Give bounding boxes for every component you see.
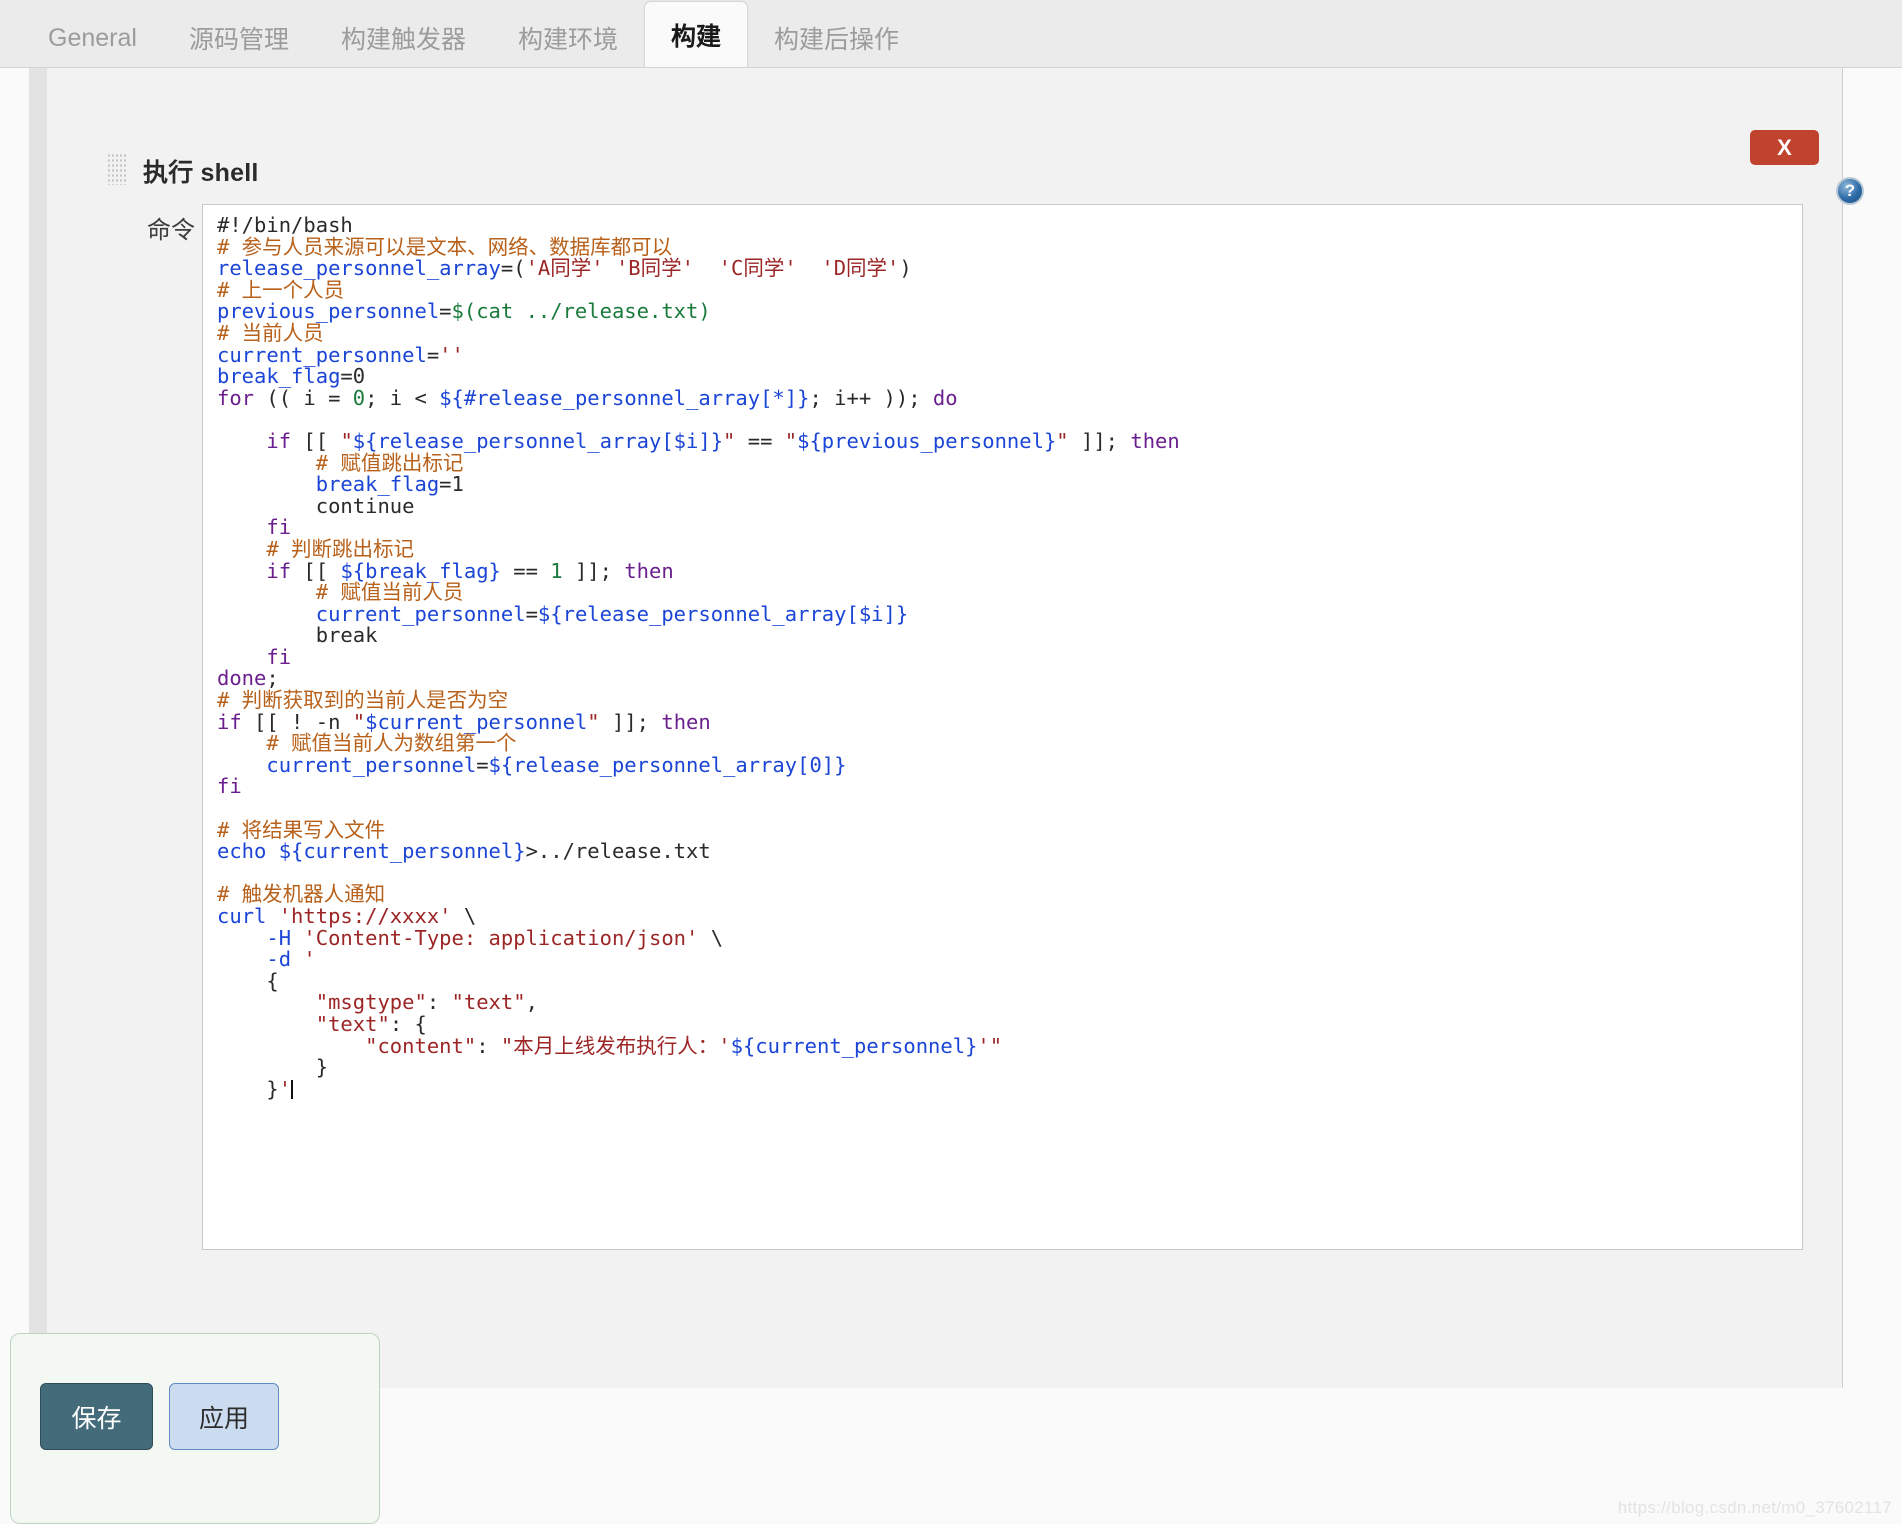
command-label: 命令 [147, 217, 195, 244]
tab-label: 构建触发器 [340, 26, 466, 54]
tab-source-code-management[interactable]: 源码管理 [163, 9, 315, 67]
command-code[interactable]: #!/bin/bash # 参与人员来源可以是文本、网络、数据库都可以 rele… [203, 205, 1802, 1110]
tab-general[interactable]: General [22, 9, 163, 67]
text-caret [291, 1079, 294, 1099]
tab-label: General [48, 23, 137, 52]
tab-label: 构建后操作 [774, 26, 900, 54]
tab-post-build-actions[interactable]: 构建后操作 [748, 9, 925, 67]
save-button[interactable]: 保存 [40, 1383, 153, 1450]
jenkins-job-config-page: General 源码管理 构建触发器 构建环境 构建 构建后操作 执行 shel… [0, 0, 1902, 1524]
tab-build-triggers[interactable]: 构建触发器 [315, 9, 492, 67]
watermark: https://blog.csdn.net/m0_37602117 [1617, 1498, 1892, 1517]
left-rail [0, 68, 30, 1388]
tab-label: 构建环境 [517, 26, 618, 54]
help-icon[interactable]: ? [1836, 177, 1864, 205]
tab-label: 源码管理 [188, 26, 289, 54]
tab-build-environment[interactable]: 构建环境 [492, 9, 644, 67]
execute-shell-panel: 执行 shell X ? 命令 #!/bin/bash # 参与人员来源可以是文… [47, 68, 1864, 1388]
command-textarea[interactable]: #!/bin/bash # 参与人员来源可以是文本、网络、数据库都可以 rele… [202, 204, 1803, 1250]
block-title: 执行 shell [143, 159, 259, 187]
drag-grip-icon[interactable] [107, 153, 127, 185]
apply-button[interactable]: 应用 [169, 1383, 279, 1450]
config-tab-bar: General 源码管理 构建触发器 构建环境 构建 构建后操作 [0, 0, 1902, 68]
tab-build[interactable]: 构建 [644, 1, 749, 67]
delete-builder-button[interactable]: X [1750, 130, 1819, 165]
tab-label: 构建 [671, 22, 722, 51]
config-body: 执行 shell X ? 命令 #!/bin/bash # 参与人员来源可以是文… [0, 68, 1902, 1524]
block-drag-column[interactable] [30, 68, 47, 1388]
